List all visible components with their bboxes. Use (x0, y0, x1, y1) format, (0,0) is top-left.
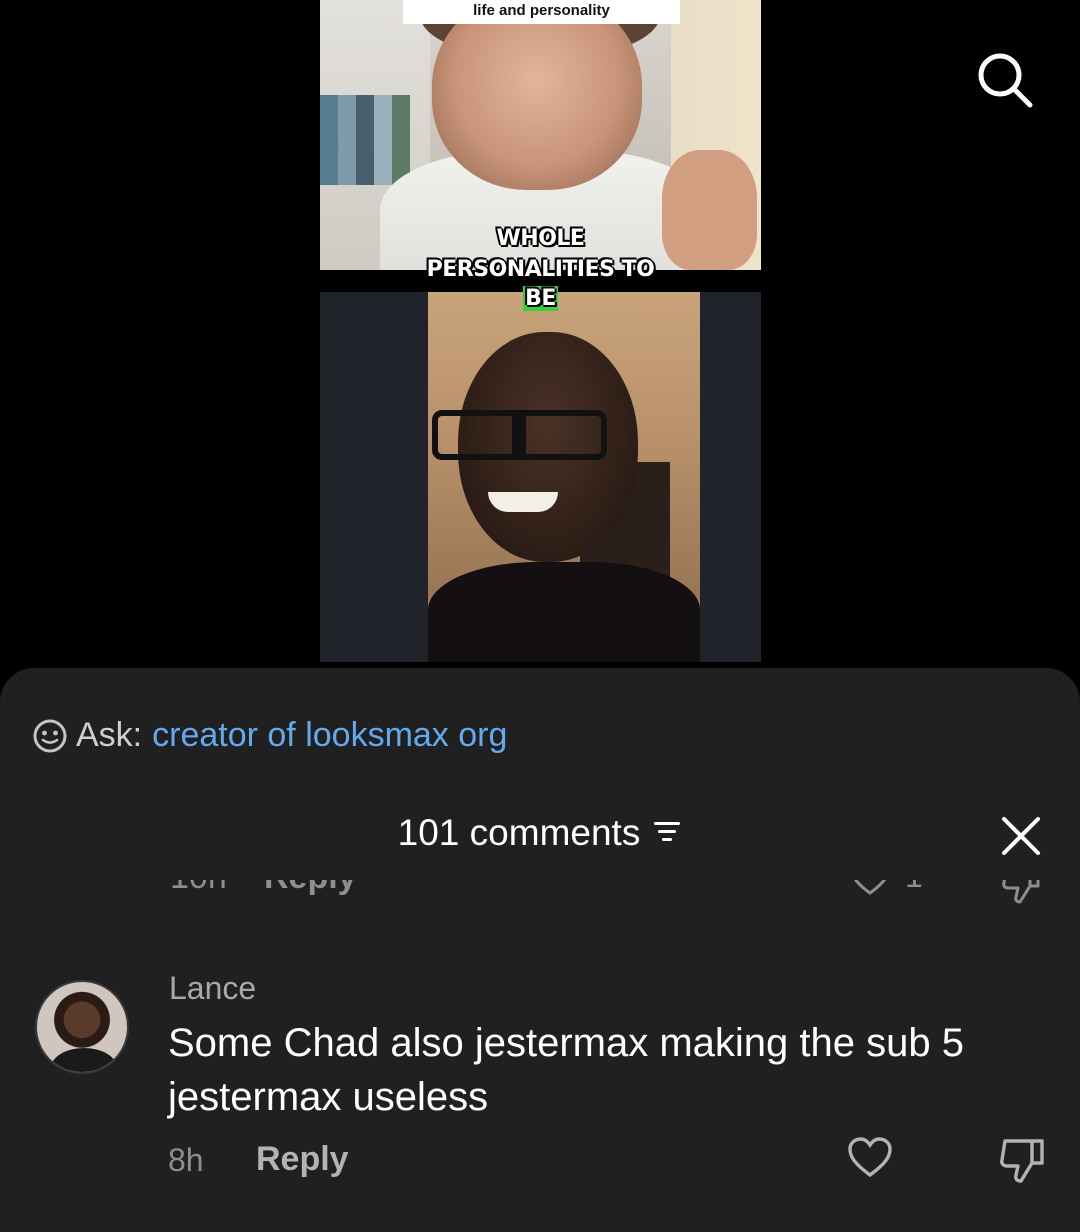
previous-comment-reply[interactable]: Reply (264, 880, 357, 897)
comments-count-title: 101 comments (397, 812, 641, 853)
video-subtitle-line2: PERSONALITIES TO (426, 257, 655, 282)
previous-comment-likes: 1 (905, 880, 923, 895)
video-bottom-frame[interactable] (320, 292, 761, 662)
comments-header: 101 comments (0, 812, 1080, 854)
search-icon (978, 53, 1033, 108)
dislike-button[interactable] (998, 1136, 1048, 1186)
avatar[interactable] (35, 980, 129, 1074)
reply-button[interactable]: Reply (256, 1140, 349, 1179)
search-button[interactable] (970, 48, 1040, 112)
video-subtitle-line3: BE (320, 286, 761, 311)
like-button[interactable] (847, 1136, 893, 1180)
video-caption: life and personality (403, 0, 680, 24)
previous-comment-time: 10h (170, 880, 227, 897)
screen: life and personality WHOLE PERSONALITIES… (0, 0, 1080, 1232)
thumbs-down-icon[interactable] (1000, 880, 1044, 911)
comment-text: Some Chad also jestermax making the sub … (168, 1021, 964, 1119)
close-icon (1002, 817, 1040, 855)
ask-suggestion[interactable]: Ask: creator of looksmax org (32, 716, 507, 755)
smiley-icon (33, 719, 67, 752)
comment-author[interactable]: Lance (169, 970, 256, 1007)
comments-sort-toggle[interactable]: 101 comments (398, 812, 683, 854)
previous-comment-actions: 10h Reply 1 (0, 880, 1080, 912)
comment-actions: 8h Reply (0, 1137, 1080, 1186)
ask-label: Ask: (76, 716, 143, 754)
comment-time: 8h (168, 1142, 204, 1178)
thumbs-down-icon (1000, 1139, 1044, 1183)
ask-query-link[interactable]: creator of looksmax org (152, 716, 507, 755)
heart-icon (848, 1137, 892, 1178)
video-subtitle-highlight: BE (523, 286, 558, 311)
filter-icon (652, 812, 682, 854)
close-button[interactable] (1000, 815, 1042, 857)
comments-sheet: Ask: creator of looksmax org 101 comment… (0, 668, 1080, 1232)
heart-icon[interactable] (850, 880, 890, 903)
video-subtitle-line1: WHOLE (496, 226, 585, 251)
